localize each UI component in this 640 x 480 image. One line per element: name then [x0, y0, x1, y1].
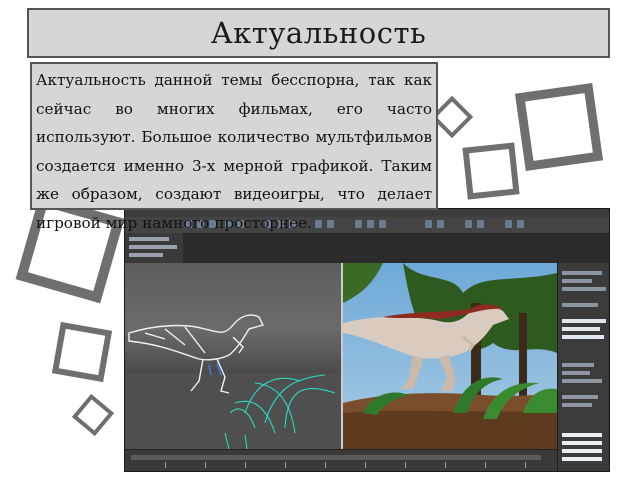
wireframe-dinosaur-icon	[128, 314, 336, 449]
body-paragraph: Актуальность данной темы бесспорна, так …	[36, 71, 432, 232]
toolbar-icon	[465, 220, 472, 228]
body-text-box: Актуальность данной темы бесспорна, так …	[30, 62, 438, 232]
toolbar-icon	[477, 220, 484, 228]
wireframe-viewport	[125, 263, 343, 449]
software-screenshot	[124, 208, 610, 472]
command-panel	[125, 233, 183, 263]
render-viewport	[343, 263, 557, 449]
toolbar-icon	[505, 220, 512, 228]
decorative-square	[462, 142, 520, 200]
title-box: Актуальность	[27, 8, 610, 58]
rendered-dinosaur-icon	[343, 263, 557, 449]
decorative-square	[514, 82, 604, 172]
timeline-bar	[125, 449, 557, 471]
toolbar-icon	[437, 220, 444, 228]
decorative-square	[51, 321, 113, 383]
properties-panel	[557, 263, 609, 471]
toolbar-icon	[517, 220, 524, 228]
slide-title: Актуальность	[210, 16, 427, 50]
decorative-square	[71, 393, 115, 437]
